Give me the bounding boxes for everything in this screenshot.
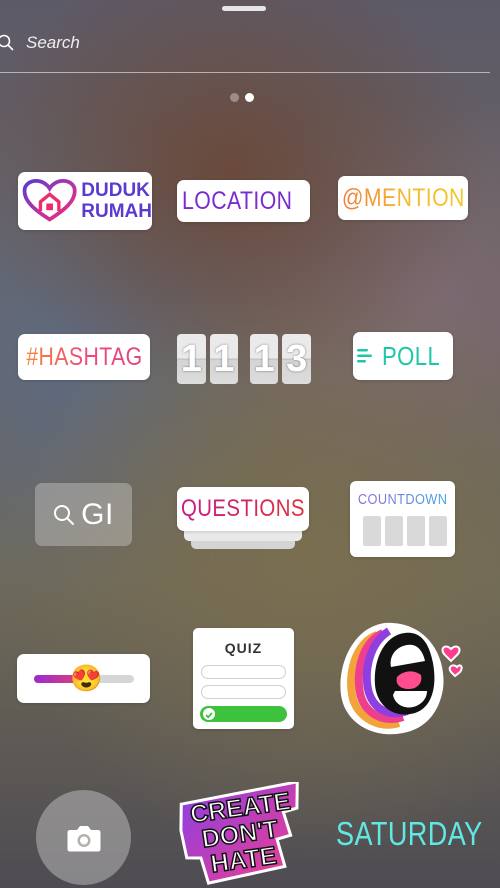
location-sticker[interactable]: LOCATION — [177, 180, 310, 222]
mouth-yell-icon — [340, 622, 463, 735]
gif-sticker[interactable]: GI — [35, 483, 132, 546]
rumah-line: RUMAH — [81, 201, 152, 222]
poll-lines-icon — [356, 349, 372, 363]
mention-label: @MENTION — [341, 183, 465, 212]
poll-sticker[interactable]: POLL — [353, 332, 453, 380]
camera-button[interactable] — [36, 790, 131, 885]
hashtag-label: #HASHTAG — [25, 342, 143, 371]
saturday-sticker[interactable]: SATURDAY — [336, 815, 483, 853]
mention-sticker[interactable]: @MENTION — [338, 176, 468, 220]
minute-tens-digit: 1 — [249, 334, 279, 384]
yell-mouth-sticker[interactable] — [333, 615, 473, 741]
search-input[interactable]: Search — [26, 33, 80, 53]
hashtag-sticker[interactable]: #HASHTAG — [18, 334, 150, 380]
page-indicator — [230, 93, 254, 102]
quiz-title: QUIZ — [224, 640, 263, 656]
duduk-rumah-sticker[interactable]: DUDUK RUMAH — [18, 172, 152, 230]
search-divider — [0, 72, 490, 73]
duduk-line: DUDUK — [81, 180, 150, 201]
quiz-correct-option — [200, 706, 287, 722]
search-icon — [0, 34, 14, 51]
poll-label: POLL — [381, 340, 440, 371]
questions-card: QUESTIONS — [177, 487, 309, 531]
check-icon — [203, 708, 215, 720]
hour-ones-digit: 1 — [209, 334, 239, 384]
countdown-label: COUNTDOWN — [357, 491, 448, 508]
gif-label: GI — [81, 497, 114, 531]
drag-handle[interactable] — [222, 6, 266, 11]
countdown-sticker[interactable]: COUNTDOWN — [350, 481, 455, 557]
emoji-slider-sticker[interactable]: 😍 — [17, 654, 150, 703]
quiz-option — [201, 685, 286, 699]
heart-home-icon — [22, 179, 77, 222]
hour-tens-digit: 1 — [177, 334, 206, 384]
minute-ones-digit: 3 — [282, 334, 311, 384]
questions-sticker[interactable]: QUESTIONS — [177, 487, 309, 553]
questions-label: QUESTIONS — [181, 495, 305, 522]
page-dot-active[interactable] — [245, 93, 254, 102]
create-dont-hate-sticker[interactable]: CREATE DON'T HATE — [172, 779, 312, 886]
countdown-boxes — [363, 516, 447, 546]
slider-emoji: 😍 — [70, 663, 103, 693]
camera-icon — [67, 825, 100, 851]
quiz-option — [201, 665, 286, 679]
page-dot[interactable] — [230, 93, 239, 102]
time-sticker[interactable]: 1 1 1 3 — [177, 334, 311, 384]
quiz-sticker[interactable]: QUIZ — [193, 628, 294, 729]
location-label: LOCATION — [181, 186, 292, 215]
search-icon — [54, 504, 75, 525]
